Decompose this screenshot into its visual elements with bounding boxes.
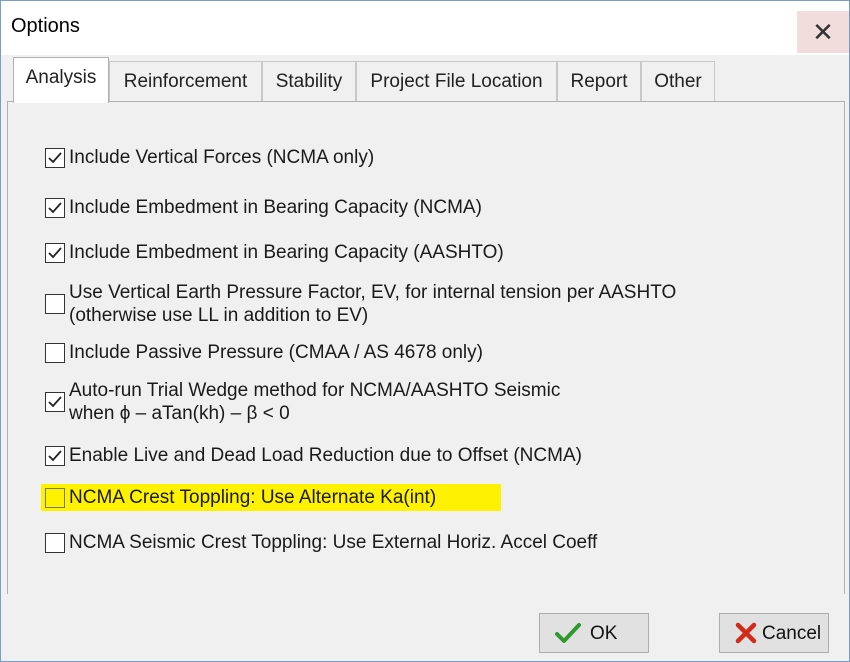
checkbox[interactable]	[45, 198, 65, 218]
checkbox[interactable]	[45, 446, 65, 466]
tab-report[interactable]: Report	[557, 61, 641, 101]
options-dialog: Options ✕ Analysis Reinforcement Stabili…	[0, 0, 850, 662]
check-icon	[555, 623, 581, 643]
option-label: Include Passive Pressure (CMAA / AS 4678…	[69, 342, 483, 363]
option-label: Include Vertical Forces (NCMA only)	[69, 147, 375, 168]
option-label: Use Vertical Earth Pressure Factor, EV, …	[69, 282, 677, 303]
cancel-button[interactable]: Cancel	[719, 613, 829, 653]
tab-stability[interactable]: Stability	[262, 61, 356, 101]
close-button[interactable]: ✕	[797, 11, 849, 53]
window-title: Options	[11, 15, 80, 37]
checkmark-icon	[48, 450, 62, 462]
tab-other[interactable]: Other	[641, 61, 715, 101]
checkmark-icon	[48, 152, 62, 164]
option-label: Auto-run Trial Wedge method for NCMA/AAS…	[69, 380, 561, 401]
option-label: Include Embedment in Bearing Capacity (A…	[69, 242, 504, 263]
option-label: NCMA Seismic Crest Toppling: Use Externa…	[69, 532, 598, 553]
checkbox[interactable]	[45, 488, 65, 508]
tab-strip: Analysis Reinforcement Stability Project…	[1, 55, 849, 103]
checkbox[interactable]	[45, 148, 65, 168]
title-bar: Options ✕	[1, 1, 849, 55]
checkbox[interactable]	[45, 294, 65, 314]
option-label: Enable Live and Dead Load Reduction due …	[69, 445, 582, 466]
tab-analysis[interactable]: Analysis	[13, 57, 109, 103]
checkmark-icon	[48, 396, 62, 408]
ok-label: OK	[590, 623, 618, 644]
checkmark-icon	[48, 247, 62, 259]
tab-project-file-location[interactable]: Project File Location	[356, 61, 557, 101]
option-label-line2: when ϕ – aTan(kh) – β < 0	[69, 403, 290, 424]
x-icon	[735, 622, 757, 644]
tab-reinforcement[interactable]: Reinforcement	[109, 61, 262, 101]
checkmark-icon	[48, 202, 62, 214]
option-label-line2: (otherwise use LL in addition to EV)	[69, 305, 369, 326]
ok-button[interactable]: OK	[539, 613, 649, 653]
checkbox[interactable]	[45, 243, 65, 263]
close-icon: ✕	[812, 17, 834, 47]
checkbox[interactable]	[45, 343, 65, 363]
checkbox[interactable]	[45, 533, 65, 553]
cancel-label: Cancel	[762, 623, 822, 644]
option-label: NCMA Crest Toppling: Use Alternate Ka(in…	[69, 487, 437, 508]
checkbox[interactable]	[45, 392, 65, 412]
option-label: Include Embedment in Bearing Capacity (N…	[69, 197, 482, 218]
